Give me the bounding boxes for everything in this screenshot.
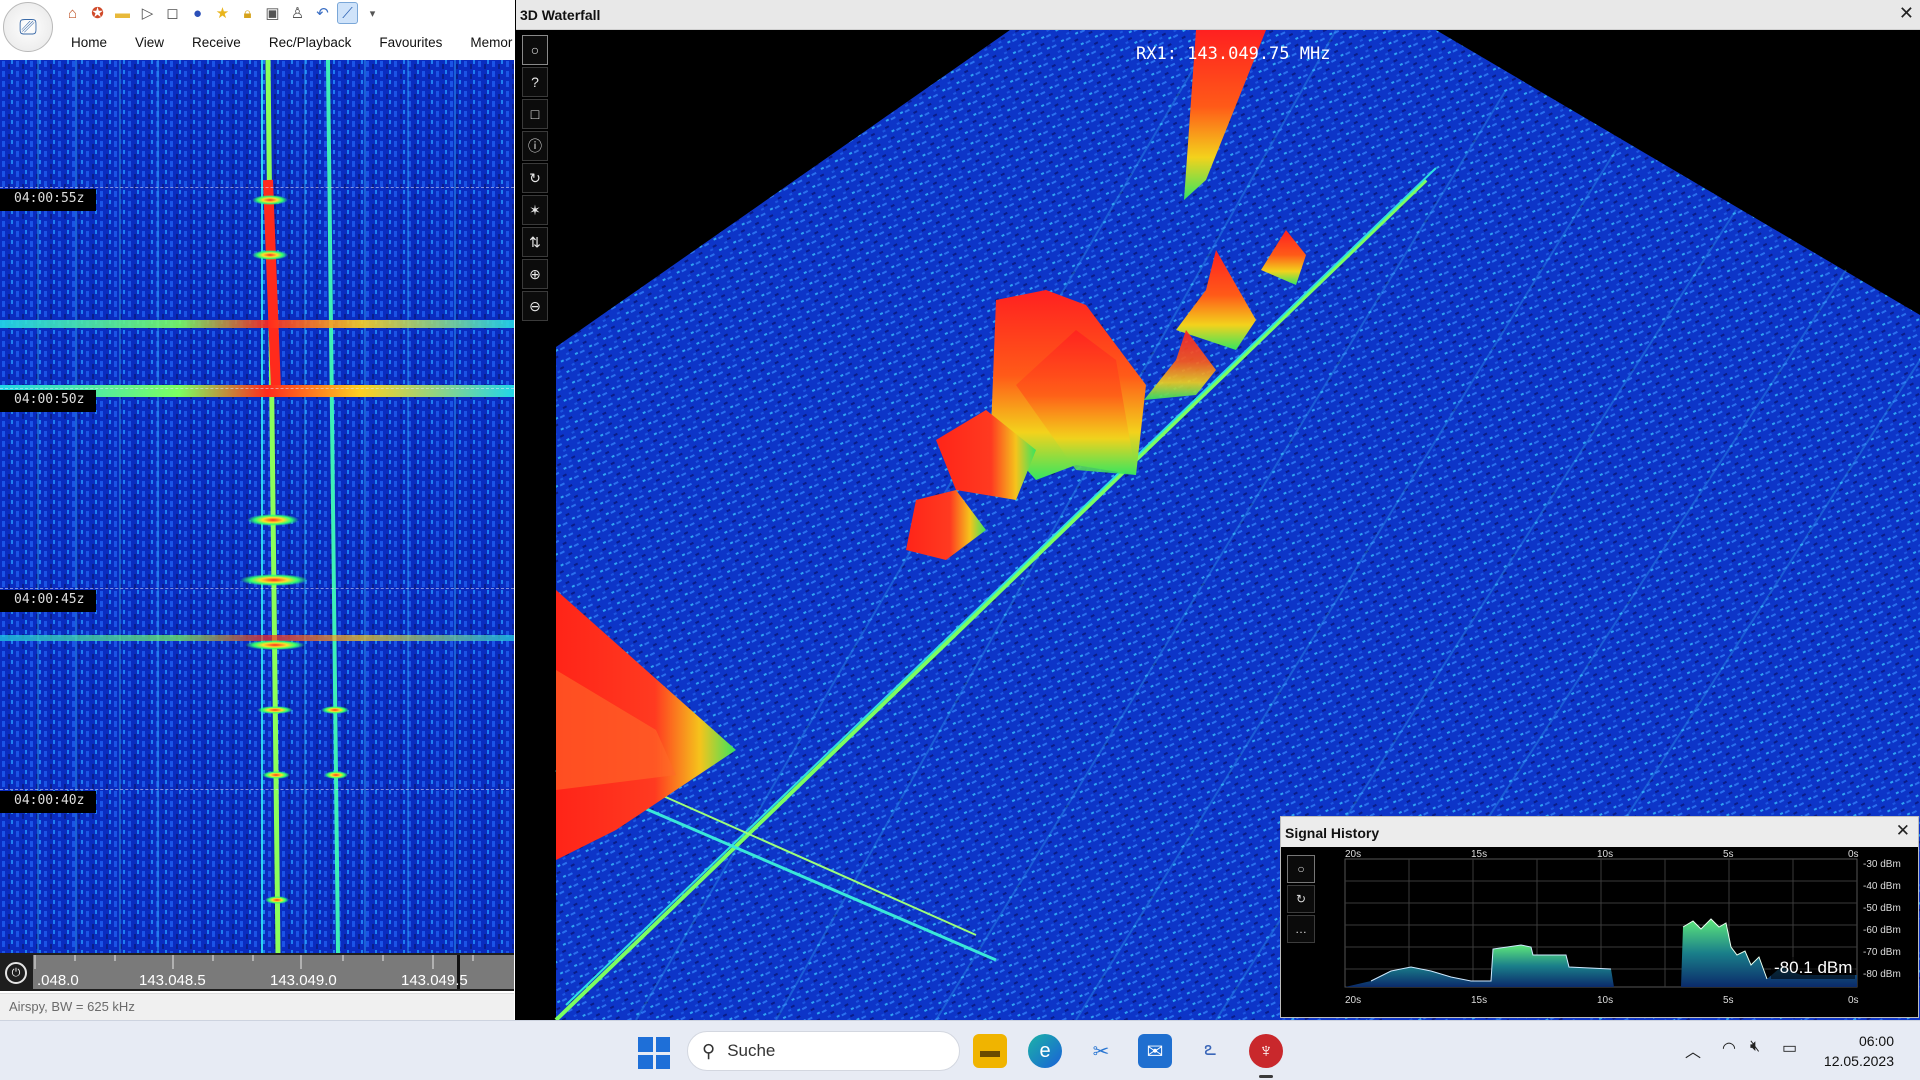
- ribbon-tabs: Home View Receive Rec/Playback Favourite…: [0, 31, 515, 55]
- circle-icon[interactable]: ○: [522, 35, 548, 65]
- signal-history-window: Signal History ✕ ○ ↻ … 20s 15s 10s 5s 0s…: [1280, 816, 1919, 1018]
- time-gridline: [0, 789, 514, 790]
- frequency-label: 143.049.0: [270, 972, 337, 989]
- time-gridline: [0, 588, 514, 589]
- time-axis-label: 15s: [1471, 849, 1488, 860]
- tab-view[interactable]: View: [135, 31, 178, 55]
- antenna-app-icon[interactable]: ♆: [1249, 1034, 1283, 1068]
- undo-icon[interactable]: ↶: [312, 2, 333, 24]
- dbm-axis-label: -30 dBm: [1863, 859, 1901, 870]
- time-gridline: [0, 187, 514, 188]
- antenna-icon[interactable]: ♙: [287, 2, 308, 24]
- close-icon[interactable]: ✕: [1896, 821, 1910, 841]
- show-hidden-icons-chevron-icon[interactable]: ︿: [1685, 1038, 1701, 1062]
- dbm-axis-label: -60 dBm: [1863, 925, 1901, 936]
- snipping-tool-icon[interactable]: ✂: [1084, 1034, 1118, 1068]
- tab-favourites[interactable]: Favourites: [379, 31, 456, 55]
- frequency-label: 143.049.5: [401, 972, 468, 989]
- updown-arrows-icon[interactable]: ⇅: [522, 227, 548, 257]
- camera-icon[interactable]: ▣: [262, 2, 283, 24]
- quick-access-toolbar: ⌂ ✪ ▬ ▷ ◻ ● ★ 🔒︎ ▣ ♙ ↶ ⟋ ▾: [0, 0, 515, 28]
- dbm-axis-label: -40 dBm: [1863, 881, 1901, 892]
- windows-logo-icon: [638, 1037, 653, 1052]
- battery-icon[interactable]: ▭: [1782, 1038, 1797, 1058]
- timestamp-label: 04:00:40z: [0, 791, 97, 813]
- folder-icon[interactable]: ▬: [112, 2, 133, 24]
- dropdown-arrow-icon[interactable]: ▾: [362, 2, 383, 24]
- time-axis-label: 10s: [1597, 995, 1614, 1006]
- timestamp-label: 04:00:50z: [0, 390, 97, 412]
- window-title: 3D Waterfall: [520, 7, 601, 23]
- edge-browser-icon[interactable]: e: [1028, 1034, 1062, 1068]
- start-button[interactable]: [638, 1037, 670, 1069]
- stop-icon[interactable]: ◻: [162, 2, 183, 24]
- current-level-readout: -80.1 dBm: [1771, 957, 1856, 979]
- time-axis-label: 20s: [1345, 995, 1362, 1006]
- record-icon[interactable]: ●: [187, 2, 208, 24]
- frequency-label: 143.048.5: [139, 972, 206, 989]
- clock-time: 06:00: [1858, 1033, 1894, 1049]
- sdr-app-icon[interactable]: ఽ: [1193, 1034, 1227, 1068]
- search-placeholder: Suche: [727, 1041, 776, 1060]
- help-icon[interactable]: ?: [522, 67, 548, 97]
- wifi-icon[interactable]: ◠: [1722, 1038, 1736, 1058]
- time-axis-label: 15s: [1471, 995, 1488, 1006]
- sdr-main-window: ⌂ ✪ ▬ ▷ ◻ ● ★ 🔒︎ ▣ ♙ ↶ ⟋ ▾ ⎚ Home View R…: [0, 0, 515, 1020]
- taskbar: ⚲ Suche ▬ e ✂ ✉ ఽ ♆ ︿ ◠ 🔇︎ ▭ 06:00 12.05…: [0, 1020, 1920, 1080]
- signal-history-titlebar[interactable]: Signal History ✕: [1281, 817, 1918, 847]
- time-axis-label: 10s: [1597, 849, 1614, 860]
- time-axis-label: 5s: [1723, 995, 1734, 1006]
- tab-rec-playback[interactable]: Rec/Playback: [269, 31, 366, 55]
- dbm-axis-label: -80 dBm: [1863, 969, 1901, 980]
- time-axis-label: 0s: [1848, 849, 1859, 860]
- tab-home[interactable]: Home: [71, 31, 121, 55]
- window-title: Signal History: [1285, 825, 1380, 841]
- star-icon[interactable]: ✶: [522, 195, 548, 225]
- file-explorer-icon[interactable]: ▬: [973, 1034, 1007, 1068]
- volume-muted-icon[interactable]: 🔇︎: [1750, 1038, 1760, 1056]
- info-icon[interactable]: ⓘ: [522, 131, 548, 161]
- time-axis-label: 0s: [1848, 995, 1859, 1006]
- search-icon: ⚲: [702, 1040, 716, 1061]
- rx-frequency-label: RX1: 143.049.75 MHz: [1136, 44, 1331, 64]
- taskbar-search[interactable]: ⚲ Suche: [687, 1031, 960, 1071]
- play-icon[interactable]: ▷: [137, 2, 158, 24]
- tab-receive[interactable]: Receive: [192, 31, 255, 55]
- lifebuoy-icon[interactable]: ✪: [87, 2, 108, 24]
- power-icon: ⏻: [11, 966, 21, 979]
- active-app-indicator: [1259, 1075, 1273, 1078]
- close-icon[interactable]: ✕: [1899, 3, 1914, 24]
- scale-mode-button[interactable]: ⏻: [5, 962, 27, 984]
- frequency-axis[interactable]: .048.0 143.048.5 143.049.0 143.049.5: [33, 955, 514, 989]
- clock-date: 12.05.2023: [1823, 1053, 1894, 1069]
- status-bar: Airspy, BW = 625 kHz: [0, 993, 514, 1020]
- timestamp-label: 04:00:45z: [0, 590, 97, 612]
- frequency-scale[interactable]: ⏻ .048.0 143.048.5 143.049.0 143.049.5: [0, 953, 514, 991]
- zoom-out-icon[interactable]: ⊖: [522, 291, 548, 321]
- signal-history-chart: [1344, 858, 1858, 988]
- dbm-axis-label: -50 dBm: [1863, 903, 1901, 914]
- time-gridline: [0, 388, 514, 389]
- waterfall-3d-titlebar[interactable]: 3D Waterfall ✕: [516, 0, 1920, 30]
- dbm-axis-label: -70 dBm: [1863, 947, 1901, 958]
- waterfall-3d-toolbar: ○ ? □ ⓘ ↻ ✶ ⇅ ⊕ ⊖: [522, 35, 548, 323]
- waterfall-2d-display[interactable]: 04:00:55z 04:00:50z 04:00:45z 04:00:40z: [0, 60, 514, 953]
- refresh-icon[interactable]: ↻: [522, 163, 548, 193]
- time-axis-label: 20s: [1345, 849, 1362, 860]
- square-icon[interactable]: □: [522, 99, 548, 129]
- timestamp-label: 04:00:55z: [0, 189, 97, 211]
- lock-icon[interactable]: 🔒︎: [237, 2, 258, 24]
- favourite-star-icon[interactable]: ★: [212, 2, 233, 24]
- home-icon[interactable]: ⌂: [62, 2, 83, 24]
- frequency-label: .048.0: [37, 972, 79, 989]
- mail-icon[interactable]: ✉: [1138, 1034, 1172, 1068]
- zoom-in-icon[interactable]: ⊕: [522, 259, 548, 289]
- chart-icon[interactable]: ⟋: [337, 2, 358, 24]
- time-axis-label: 5s: [1723, 849, 1734, 860]
- taskbar-clock[interactable]: 06:00 12.05.2023: [1818, 1031, 1894, 1071]
